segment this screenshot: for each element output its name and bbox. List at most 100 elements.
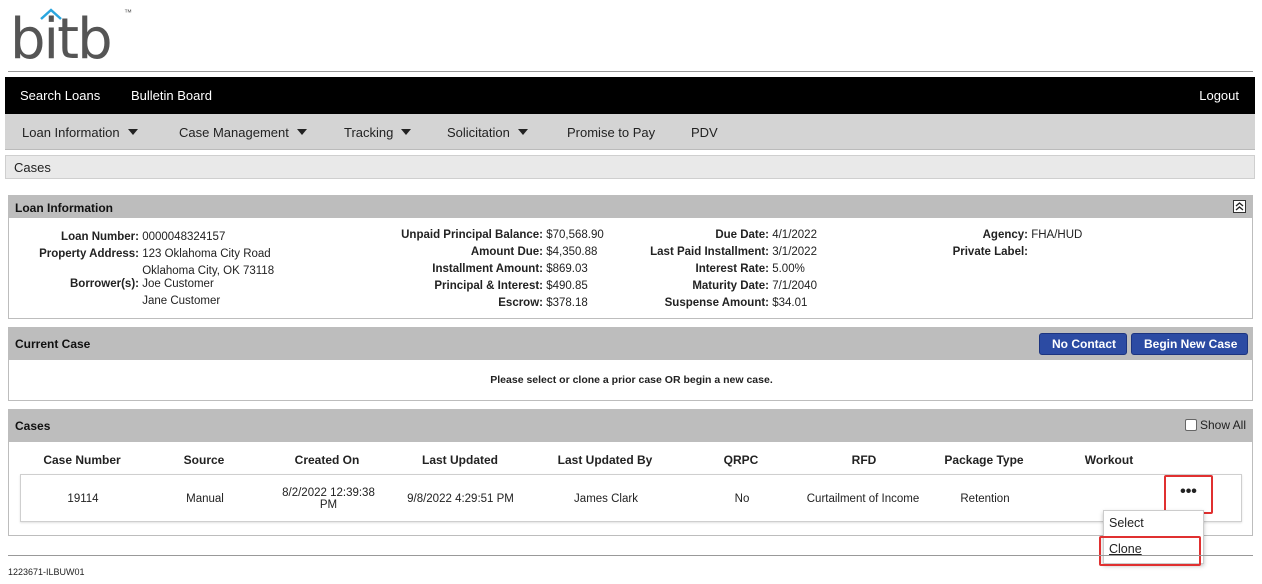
row-actions-ellipsis-icon[interactable]: ••• xyxy=(1164,475,1213,514)
borrowers-field: Borrower(s): Joe Customer Jane Customer xyxy=(9,276,220,310)
cell-qrpc: No xyxy=(734,493,750,505)
property-address-field: Property Address: 123 Oklahoma City Road… xyxy=(9,246,274,280)
breadcrumb: Cases xyxy=(5,155,1255,179)
field-label: Maturity Date: xyxy=(692,280,769,292)
cell-last-updated-by: James Clark xyxy=(574,493,638,505)
field-label: Due Date: xyxy=(715,229,769,241)
field-label: Interest Rate: xyxy=(695,263,770,275)
nav-bulletin-board[interactable]: Bulletin Board xyxy=(131,88,212,103)
field-label: Private Label: xyxy=(952,246,1028,258)
panel-title: Loan Information xyxy=(15,201,113,215)
current-case-message: Please select or clone a prior case OR b… xyxy=(490,374,773,386)
column-header-package-type[interactable]: Package Type xyxy=(929,453,1039,467)
chevron-down-icon xyxy=(296,129,307,135)
field-value: 4/1/2022 xyxy=(772,229,817,241)
field-value: 123 Oklahoma City Road xyxy=(142,248,271,260)
subnav-pdv[interactable]: PDV xyxy=(691,125,718,140)
column-header-case-number[interactable]: Case Number xyxy=(37,453,127,467)
field-value: $378.18 xyxy=(546,297,588,309)
menu-item-select[interactable]: Select xyxy=(1109,516,1144,530)
field-value: 0000048324157 xyxy=(142,231,226,243)
cell-case-number: 19114 xyxy=(67,493,99,505)
bitb-logo: bitb ™ xyxy=(10,8,140,70)
field-value: $490.85 xyxy=(546,280,588,292)
field-value: $4,350.88 xyxy=(546,246,598,258)
panel-title: Current Case xyxy=(15,337,91,351)
field-label: Unpaid Principal Balance: xyxy=(401,229,543,241)
show-all-label: Show All xyxy=(1199,418,1246,432)
footer-divider xyxy=(8,555,1253,556)
column-header-last-updated-by[interactable]: Last Updated By xyxy=(545,453,665,467)
field-label: Property Address: xyxy=(39,248,139,260)
panel-header: Current Case No Contact Begin New Case xyxy=(9,328,1252,360)
field-value: $70,568.90 xyxy=(546,229,604,241)
cell-created-on: 8/2/2022 12:39:38 PM xyxy=(266,487,391,511)
column-header-rfd[interactable]: RFD xyxy=(819,453,909,467)
loan-number-field: Loan Number: 0000048324157 xyxy=(9,229,225,246)
logout-link[interactable]: Logout xyxy=(1199,88,1239,103)
field-label: Principal & Interest: xyxy=(434,280,543,292)
nav-search-loans[interactable]: Search Loans xyxy=(20,88,100,103)
collapse-icon[interactable] xyxy=(1233,200,1246,213)
subnav-case-management[interactable]: Case Management xyxy=(179,125,307,140)
loan-agency-group: Agency: FHA/HUD Private Label: xyxy=(929,227,1083,261)
subnav-label: Case Management xyxy=(179,125,289,140)
cases-panel: Cases Show All Case Number Source Create… xyxy=(8,409,1253,536)
column-header-workout[interactable]: Workout xyxy=(1069,453,1149,467)
subnav-solicitation[interactable]: Solicitation xyxy=(447,125,528,140)
header-divider xyxy=(8,71,1253,72)
field-value: $34.01 xyxy=(772,297,808,309)
loan-financials-group: Unpaid Principal Balance: $70,568.90 Amo… xyxy=(379,227,604,312)
column-header-last-updated[interactable]: Last Updated xyxy=(405,453,515,467)
column-header-qrpc[interactable]: QRPC xyxy=(711,453,771,467)
cell-created-on-line1: 8/2/2022 12:39:38 xyxy=(282,487,375,499)
subnav-tracking[interactable]: Tracking xyxy=(344,125,412,140)
show-all-toggle[interactable]: Show All xyxy=(1184,418,1246,432)
column-header-source[interactable]: Source xyxy=(169,453,239,467)
field-value: Joe Customer xyxy=(142,278,214,290)
begin-new-case-button[interactable]: Begin New Case xyxy=(1131,333,1248,355)
table-row[interactable]: 19114 Manual 8/2/2022 12:39:38 PM 9/8/20… xyxy=(20,474,1242,522)
no-contact-button[interactable]: No Contact xyxy=(1039,333,1127,355)
subnav-loan-information[interactable]: Loan Information xyxy=(22,125,138,140)
field-label: Suspense Amount: xyxy=(664,297,769,309)
subnav-label: Solicitation xyxy=(447,125,510,140)
loan-information-panel: Loan Information Loan Number: 0000048324… xyxy=(8,195,1253,319)
cell-last-updated: 9/8/2022 4:29:51 PM xyxy=(407,493,514,505)
field-value-line2: Jane Customer xyxy=(142,295,221,307)
top-nav: Search Loans Bulletin Board Logout xyxy=(5,77,1255,114)
sub-nav: Loan Information Case Management Trackin… xyxy=(5,114,1255,150)
subnav-label: Loan Information xyxy=(22,125,120,140)
subnav-promise-to-pay[interactable]: Promise to Pay xyxy=(567,125,655,140)
chevron-down-icon xyxy=(517,129,528,135)
loan-dates-group: Due Date: 4/1/2022 Last Paid Installment… xyxy=(619,227,817,312)
field-label: Installment Amount: xyxy=(432,263,543,275)
field-label: Agency: xyxy=(982,229,1028,241)
cell-package-type: Retention xyxy=(960,493,1010,505)
field-value: FHA/HUD xyxy=(1031,229,1083,241)
panel-header: Cases Show All xyxy=(9,410,1252,442)
field-label: Loan Number: xyxy=(61,231,139,243)
panel-title: Cases xyxy=(15,419,51,433)
current-case-panel: Current Case No Contact Begin New Case P… xyxy=(8,327,1253,401)
menu-item-clone[interactable]: Clone xyxy=(1109,542,1142,556)
field-value: 7/1/2040 xyxy=(772,280,817,292)
field-label: Amount Due: xyxy=(470,246,543,258)
subnav-label: Tracking xyxy=(344,125,394,140)
cell-rfd: Curtailment of Income xyxy=(806,493,920,505)
field-label: Borrower(s): xyxy=(69,278,139,290)
cell-source: Manual xyxy=(186,493,224,505)
field-label: Escrow: xyxy=(498,297,543,309)
field-value: 3/1/2022 xyxy=(772,246,817,258)
logo-text: bitb xyxy=(10,7,113,72)
trademark: ™ xyxy=(124,8,132,17)
server-id: 1223671-ILBUW01 xyxy=(8,567,85,577)
column-header-created-on[interactable]: Created On xyxy=(277,453,377,467)
field-value: 5.00% xyxy=(772,263,805,275)
show-all-checkbox[interactable] xyxy=(1184,419,1197,431)
chevron-down-icon xyxy=(401,129,412,135)
chevron-down-icon xyxy=(127,129,138,135)
field-label: Last Paid Installment: xyxy=(650,246,769,258)
cell-created-on-line2: PM xyxy=(319,499,338,511)
field-value: $869.03 xyxy=(546,263,588,275)
